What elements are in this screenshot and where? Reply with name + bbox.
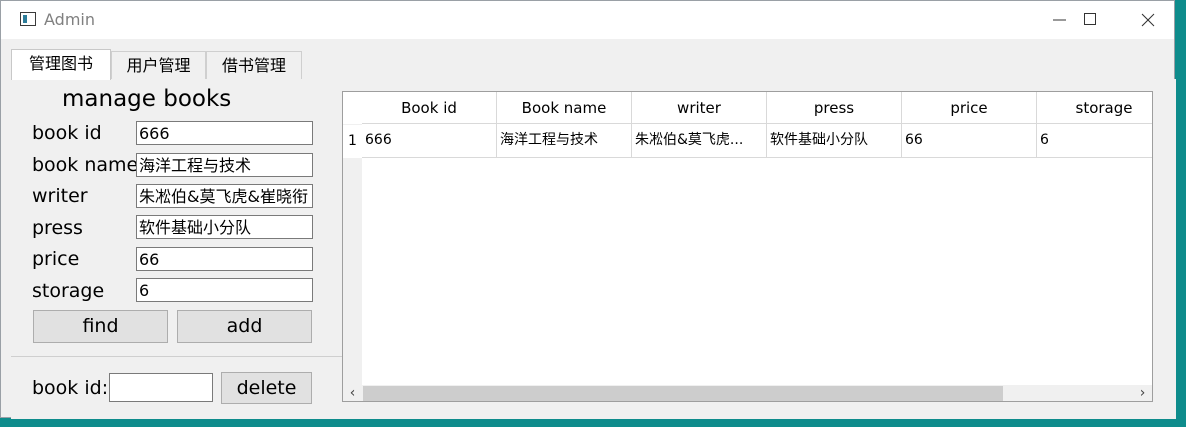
tab-user-management[interactable]: 用户管理 (111, 51, 206, 79)
tab-borrow-management[interactable]: 借书管理 (206, 51, 302, 79)
table-cell-writer[interactable]: 朱凇伯&莫飞虎... (632, 124, 767, 158)
title-bar: Admin (1, 1, 1174, 39)
field-label-writer: writer (32, 185, 88, 207)
table-corner (343, 92, 362, 124)
scroll-right-icon[interactable]: › (1134, 385, 1151, 401)
column-header-price[interactable]: price (902, 92, 1037, 124)
close-button[interactable] (1119, 1, 1177, 39)
horizontal-scrollbar[interactable]: ‹ › (343, 385, 1152, 401)
column-header-storage[interactable]: storage (1037, 92, 1152, 124)
add-button[interactable]: add (177, 310, 312, 343)
column-header-press[interactable]: press (767, 92, 902, 124)
delete-button[interactable]: delete (221, 372, 312, 404)
table-cell-book-name[interactable]: 海洋工程与技术 (497, 124, 632, 158)
table-cell-book-id[interactable]: 666 (362, 124, 497, 158)
row-number[interactable]: 1 (343, 125, 362, 158)
field-label-book-name: book name (32, 154, 139, 176)
column-header-book-name[interactable]: Book name (497, 92, 632, 124)
window-title: Admin (44, 10, 95, 29)
tab-content: manage books book id 666 book name 海洋工程与… (11, 79, 1176, 419)
table-cell-storage[interactable]: 6 (1037, 124, 1152, 158)
form-heading: manage books (62, 86, 232, 112)
maximize-button[interactable] (1061, 1, 1119, 39)
find-button[interactable]: find (33, 310, 168, 343)
storage-input[interactable]: 6 (136, 278, 313, 302)
tab-manage-books[interactable]: 管理图书 (11, 49, 111, 80)
maximize-icon (1084, 13, 1096, 25)
app-icon (20, 12, 36, 26)
app-window: Admin 管理图书 用户管理 借书管理 manage books book i… (0, 0, 1176, 419)
field-label-book-id: book id (32, 122, 102, 144)
scrollbar-thumb[interactable] (363, 386, 1003, 401)
close-icon (1141, 13, 1155, 27)
column-header-book-id[interactable]: Book id (362, 92, 497, 124)
table-cell-press[interactable]: 软件基础小分队 (767, 124, 902, 158)
divider (11, 356, 342, 357)
scroll-left-icon[interactable]: ‹ (344, 385, 361, 401)
writer-input[interactable]: 朱凇伯&莫飞虎&崔晓衔 (136, 184, 313, 208)
price-input[interactable]: 66 (136, 247, 313, 271)
delete-book-id-input[interactable] (109, 373, 213, 402)
book-id-input[interactable]: 666 (136, 121, 313, 145)
column-header-writer[interactable]: writer (632, 92, 767, 124)
book-name-input[interactable]: 海洋工程与技术 (136, 153, 313, 177)
field-label-press: press (32, 217, 83, 239)
delete-book-id-label: book id: (32, 377, 109, 399)
press-input[interactable]: 软件基础小分队 (136, 215, 313, 239)
field-label-price: price (32, 248, 80, 270)
table-cell-price[interactable]: 66 (902, 124, 1037, 158)
books-table: Book id Book name writer press price sto… (342, 91, 1153, 402)
field-label-storage: storage (32, 280, 105, 302)
